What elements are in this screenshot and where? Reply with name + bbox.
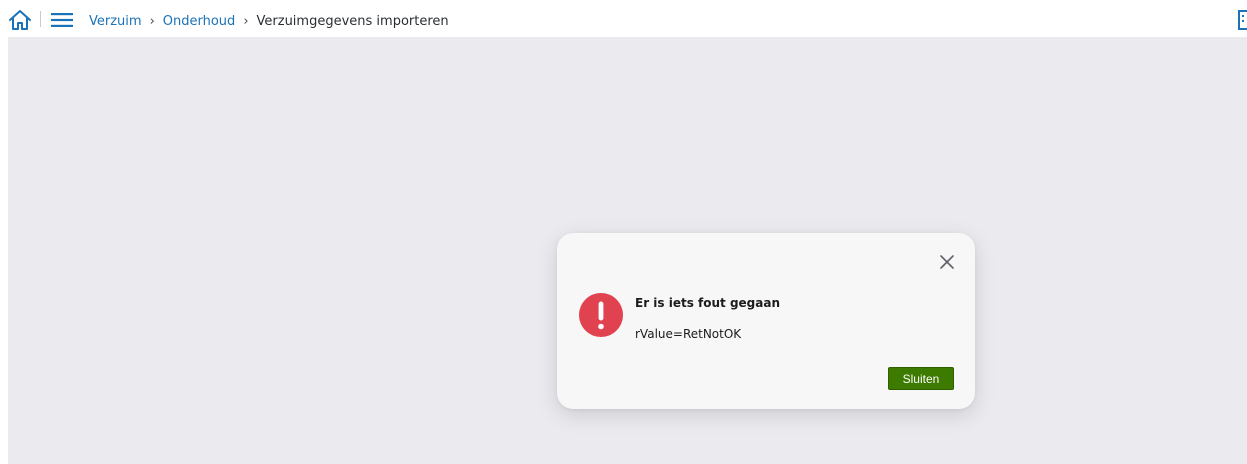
topbar-divider <box>40 11 41 27</box>
exclamation-icon <box>579 293 623 337</box>
building-icon[interactable] <box>1238 10 1247 30</box>
error-dialog: Er is iets fout gegaan rValue=RetNotOK S… <box>557 233 975 409</box>
top-navigation-bar: Verzuim › Onderhoud › Verzuimgegevens im… <box>0 0 1247 37</box>
breadcrumb-item-verzuim[interactable]: Verzuim <box>89 14 142 29</box>
dialog-title: Er is iets fout gegaan <box>635 296 781 310</box>
breadcrumb-separator: › <box>149 13 155 29</box>
close-dialog-button[interactable]: Sluiten <box>888 367 954 390</box>
dialog-message: rValue=RetNotOK <box>635 327 742 341</box>
home-icon[interactable] <box>8 9 32 31</box>
close-icon[interactable] <box>939 254 955 270</box>
breadcrumb-current-page: Verzuimgegevens importeren <box>256 13 449 29</box>
breadcrumb-item-onderhoud[interactable]: Onderhoud <box>163 14 236 29</box>
breadcrumb-separator: › <box>243 13 249 29</box>
hamburger-menu-icon[interactable] <box>51 12 73 27</box>
breadcrumb: Verzuim › Onderhoud › Verzuimgegevens im… <box>89 12 449 30</box>
